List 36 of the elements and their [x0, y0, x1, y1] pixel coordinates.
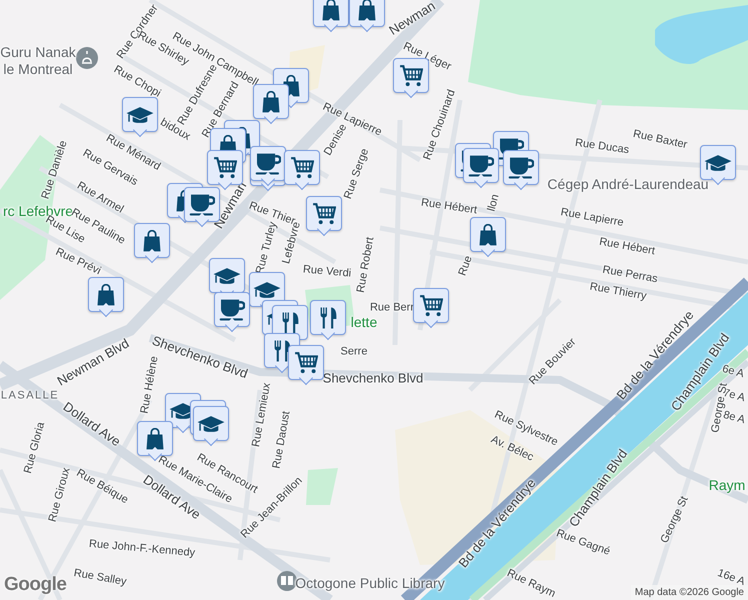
street-label: Rue Hébert: [420, 198, 478, 216]
park-label: Raym: [708, 478, 746, 492]
place-label: Guru Nanak: [0, 45, 76, 59]
street-label: Rue Serge: [342, 147, 372, 201]
street-label: llon: [486, 193, 502, 213]
street-label: Rue Verdi: [302, 264, 352, 280]
street-label: Rue Lapierre: [560, 207, 624, 229]
street-label: Rue Baxter: [632, 128, 688, 152]
street-label: Rue Hébert: [598, 236, 656, 258]
street-label: Serre: [340, 346, 368, 358]
street-label: Rue John-F.-Kennedy: [88, 538, 196, 560]
park-label: rc Lefebvre: [2, 204, 74, 218]
street-label: Rue Gagné: [554, 528, 612, 558]
street-label: Rue Lemieux: [250, 382, 274, 448]
park-label: lette: [350, 315, 378, 329]
street-label: Rue Danièle: [40, 140, 70, 200]
street-label: 6e A: [720, 364, 746, 380]
place-label: le Montreal: [3, 62, 73, 76]
street-label: Rue Salley: [72, 568, 128, 588]
logo-text: Google: [4, 574, 66, 596]
street-label: Rue Prévi: [54, 246, 102, 278]
street-label: Rue Berr: [370, 302, 414, 314]
street-label: 16e A: [716, 568, 746, 588]
place-label: Cégep André-Laurendeau: [547, 177, 709, 191]
street-label: Rue Léger: [401, 41, 453, 73]
street-label: Rue Daoust: [272, 410, 292, 470]
street-label: Rue Raym: [505, 568, 557, 600]
street-label: Shevchenko Blvd: [322, 372, 424, 384]
street-label: Rue Giroux: [47, 466, 73, 524]
street-label: Rue Gloria: [22, 421, 48, 475]
street-label: Rue Robert: [356, 236, 376, 294]
street-label: Rue Ducas: [574, 138, 630, 156]
street-label: Rue: [457, 254, 475, 278]
street-label: Av. Bélec: [489, 434, 535, 464]
district-label: LASALLE: [0, 390, 60, 402]
street-label: 8e A: [722, 410, 746, 426]
